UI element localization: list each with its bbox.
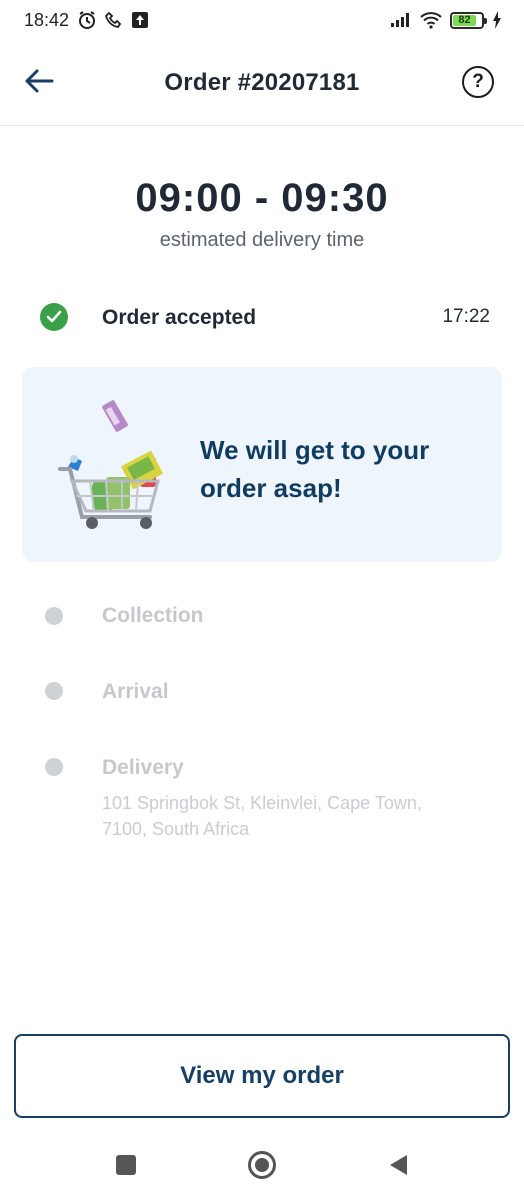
pending-dot-icon (45, 758, 63, 776)
alarm-icon (77, 10, 97, 30)
info-card-message: We will get to your order asap! (200, 435, 430, 503)
view-order-button[interactable]: View my order (14, 1034, 510, 1118)
shopping-cart-icon (58, 400, 164, 529)
step-status-indicator (40, 303, 68, 331)
step-label: Delivery (102, 756, 184, 779)
upload-icon (131, 11, 149, 29)
delivery-address: 101 Springbok St, Kleinvlei, Cape Town, … (102, 793, 422, 839)
pending-dot-icon (45, 607, 63, 625)
step-label: Order accepted (102, 306, 257, 329)
step-status-indicator (40, 602, 68, 630)
clock-time: 18:42 (24, 9, 70, 30)
step-label: Arrival (102, 680, 169, 703)
signal-icon (390, 12, 412, 28)
step-status-indicator (40, 753, 68, 781)
eta-section: 09:00 - 09:30 estimated delivery time (0, 176, 524, 252)
check-circle-icon (40, 303, 68, 331)
arrow-left-icon[interactable] (22, 64, 56, 98)
battery-level: 82 (453, 14, 476, 26)
phone-call-icon (105, 11, 123, 29)
home-circle-icon[interactable] (244, 1147, 280, 1183)
battery-icon: 82 (450, 11, 487, 29)
status-bar-left: 18:42 (24, 10, 149, 31)
status-bar-right: 82 (390, 11, 502, 29)
eta-time-range: 09:00 - 09:30 (135, 176, 389, 220)
pending-dot-icon (45, 682, 63, 700)
step-status-indicator (40, 677, 68, 705)
charging-icon (492, 11, 502, 29)
back-triangle-icon[interactable] (380, 1147, 416, 1183)
step-time: 17:22 (442, 306, 490, 327)
order-tracking-screen: 18:42 82 Order #20207181 ? 09:00 - 09:30… (0, 0, 524, 1200)
question-circle-icon[interactable]: ? (462, 66, 494, 98)
eta-caption: estimated delivery time (159, 229, 365, 251)
status-bar: 18:42 82 (0, 0, 524, 40)
system-nav-bar (0, 1130, 524, 1200)
step-label: Collection (102, 604, 204, 627)
info-card: We will get to your order asap! (22, 367, 502, 562)
page-title: Order #20207181 (164, 68, 360, 96)
recents-square-icon[interactable] (108, 1147, 144, 1183)
wifi-icon (420, 11, 442, 29)
app-header: Order #20207181 ? (0, 40, 524, 126)
